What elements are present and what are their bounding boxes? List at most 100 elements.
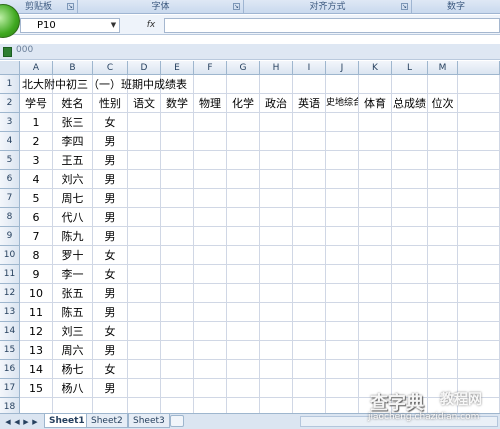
cell[interactable] <box>293 379 326 398</box>
cell[interactable] <box>326 246 359 265</box>
cell[interactable] <box>458 303 500 322</box>
column-header[interactable]: L <box>392 61 428 75</box>
cell[interactable] <box>194 341 227 360</box>
row-header[interactable]: 7 <box>0 189 20 208</box>
cell[interactable] <box>392 303 428 322</box>
column-header[interactable]: J <box>326 61 359 75</box>
cell[interactable] <box>194 265 227 284</box>
cell[interactable] <box>293 75 326 94</box>
cell[interactable] <box>458 94 500 113</box>
column-header[interactable]: H <box>260 61 293 75</box>
cell[interactable] <box>293 265 326 284</box>
cell[interactable] <box>227 322 260 341</box>
cell[interactable] <box>128 113 161 132</box>
cell[interactable] <box>128 227 161 246</box>
cell[interactable]: 1 <box>20 113 53 132</box>
cell[interactable] <box>128 208 161 227</box>
cell[interactable] <box>392 113 428 132</box>
cell[interactable] <box>326 189 359 208</box>
chevron-down-icon[interactable]: ▼ <box>107 18 120 33</box>
cell[interactable] <box>293 208 326 227</box>
cell[interactable] <box>293 227 326 246</box>
cell[interactable] <box>359 246 392 265</box>
header-cell[interactable]: 体育 <box>359 94 392 113</box>
prev-sheet-icon[interactable]: ◀ <box>13 417 21 427</box>
column-header[interactable]: G <box>227 61 260 75</box>
cell[interactable]: 7 <box>20 227 53 246</box>
cell[interactable] <box>359 75 392 94</box>
cell[interactable] <box>128 360 161 379</box>
column-header[interactable]: B <box>53 61 93 75</box>
row-header[interactable]: 16 <box>0 360 20 379</box>
cell[interactable] <box>359 189 392 208</box>
cell[interactable] <box>194 284 227 303</box>
cell[interactable] <box>428 265 458 284</box>
cell[interactable]: 4 <box>20 170 53 189</box>
cell[interactable] <box>260 113 293 132</box>
cell[interactable] <box>458 189 500 208</box>
cell[interactable]: 8 <box>20 246 53 265</box>
cell[interactable]: 男 <box>93 151 128 170</box>
row-header[interactable]: 1 <box>0 75 20 94</box>
cell[interactable]: 杨八 <box>53 379 93 398</box>
cell[interactable] <box>326 341 359 360</box>
cell[interactable] <box>227 75 260 94</box>
column-header[interactable]: F <box>194 61 227 75</box>
row-header[interactable]: 13 <box>0 303 20 322</box>
cell[interactable] <box>293 284 326 303</box>
cell[interactable] <box>260 151 293 170</box>
cell[interactable] <box>260 246 293 265</box>
cell[interactable] <box>260 303 293 322</box>
cell[interactable] <box>161 322 194 341</box>
sheet-tab[interactable]: Sheet1 <box>44 414 90 428</box>
cell[interactable] <box>194 170 227 189</box>
column-header[interactable]: K <box>359 61 392 75</box>
cell[interactable] <box>128 151 161 170</box>
cell[interactable] <box>293 170 326 189</box>
dialog-launcher-icon[interactable]: ↘ <box>401 3 408 10</box>
cell[interactable] <box>293 246 326 265</box>
cell[interactable] <box>128 379 161 398</box>
cell[interactable] <box>326 132 359 151</box>
cell[interactable]: 13 <box>20 341 53 360</box>
cell[interactable]: 女 <box>93 265 128 284</box>
cell[interactable] <box>194 75 227 94</box>
cell[interactable] <box>428 170 458 189</box>
cell[interactable] <box>428 360 458 379</box>
cell[interactable] <box>227 132 260 151</box>
first-sheet-icon[interactable]: ◀ <box>4 417 12 427</box>
cell[interactable]: 15 <box>20 379 53 398</box>
cell[interactable] <box>293 189 326 208</box>
cell[interactable] <box>227 113 260 132</box>
cell[interactable]: 11 <box>20 303 53 322</box>
cell[interactable] <box>428 151 458 170</box>
header-cell[interactable]: 英语 <box>293 94 326 113</box>
row-header[interactable]: 4 <box>0 132 20 151</box>
cell[interactable] <box>194 227 227 246</box>
cell[interactable] <box>392 284 428 303</box>
cell[interactable] <box>326 208 359 227</box>
cell[interactable] <box>161 151 194 170</box>
header-cell[interactable]: 学号 <box>20 94 53 113</box>
cell[interactable]: 男 <box>93 132 128 151</box>
cell[interactable] <box>227 360 260 379</box>
cell[interactable]: 周六 <box>53 341 93 360</box>
cell[interactable]: 3 <box>20 151 53 170</box>
row-header[interactable]: 5 <box>0 151 20 170</box>
cell[interactable] <box>227 303 260 322</box>
cell[interactable] <box>260 208 293 227</box>
cell[interactable] <box>161 132 194 151</box>
cell[interactable] <box>392 246 428 265</box>
cell[interactable] <box>458 341 500 360</box>
cell[interactable] <box>458 246 500 265</box>
column-header[interactable]: C <box>93 61 128 75</box>
cell[interactable] <box>428 75 458 94</box>
formula-input[interactable] <box>164 18 500 33</box>
cell[interactable]: 男 <box>93 170 128 189</box>
cell[interactable] <box>260 170 293 189</box>
row-header[interactable]: 2 <box>0 94 20 113</box>
cell[interactable]: 女 <box>93 322 128 341</box>
cell[interactable] <box>359 265 392 284</box>
cell[interactable] <box>428 113 458 132</box>
column-header[interactable]: D <box>128 61 161 75</box>
